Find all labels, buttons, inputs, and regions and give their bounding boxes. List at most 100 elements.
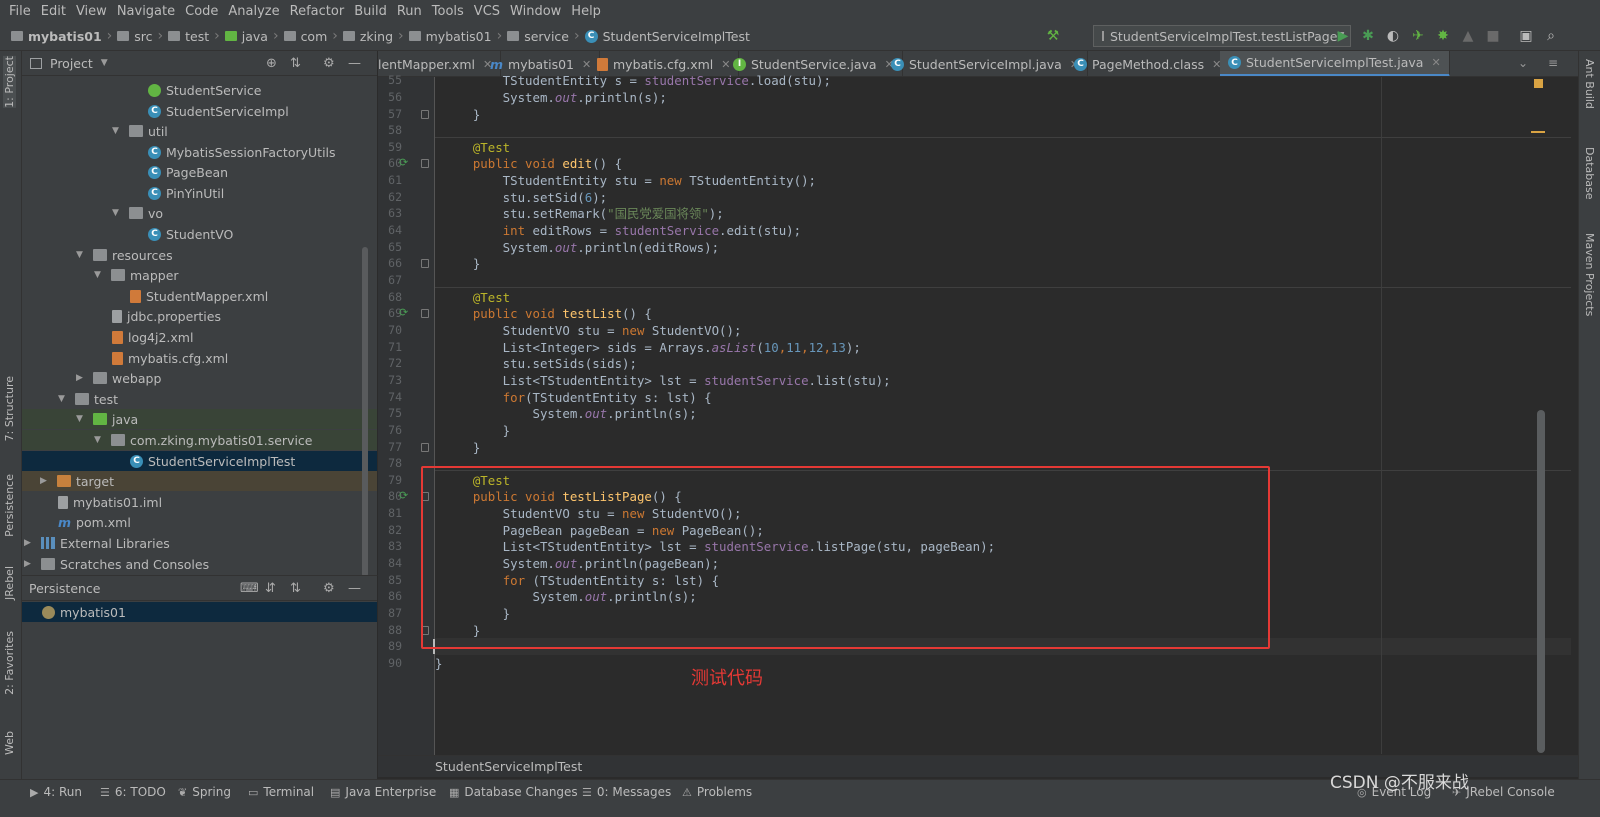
tree-item[interactable]: C StudentVO xyxy=(148,224,233,244)
tool-tab-terminal[interactable]: ▭ Terminal xyxy=(248,783,314,801)
run-test-icon[interactable]: ⟳ xyxy=(399,489,408,502)
collapsed-arrow-icon[interactable]: ▶ xyxy=(76,373,88,383)
hide-icon[interactable]: — xyxy=(348,56,361,71)
menu-build[interactable]: Build xyxy=(349,4,392,19)
tool-tab-structure[interactable]: 7: Structure xyxy=(3,376,16,441)
tool-tab-database-changes[interactable]: ▦ Database Changes xyxy=(449,783,578,801)
collapsed-arrow-icon[interactable]: ▶ xyxy=(40,476,52,486)
tool-tab-maven-projects[interactable]: Maven Projects xyxy=(1583,233,1596,316)
expand-arrow-icon[interactable]: ▼ xyxy=(94,270,106,280)
collapse-all-icon[interactable]: ⇅ xyxy=(290,56,301,71)
tree-item[interactable]: ▼ util xyxy=(112,121,168,141)
expand-arrow-icon[interactable]: ▼ xyxy=(76,250,88,260)
scrollbar[interactable] xyxy=(362,247,368,577)
tool-tab-todo[interactable]: ☰ 6: TODO xyxy=(100,783,166,801)
run-icon[interactable]: ▶ xyxy=(1335,28,1351,44)
fold-icon[interactable] xyxy=(421,443,429,452)
stop-icon[interactable]: ■ xyxy=(1485,28,1501,44)
breadcrumb-zking[interactable]: zking xyxy=(340,29,396,44)
warning-marker[interactable] xyxy=(1531,131,1545,133)
menu-help[interactable]: Help xyxy=(566,4,606,19)
collapsed-arrow-icon[interactable]: ▶ xyxy=(24,538,36,548)
chevron-down-icon[interactable]: ▼ xyxy=(101,58,108,68)
tree-item[interactable]: ▼ com.zking.mybatis01.service xyxy=(22,430,377,450)
debug-icon[interactable]: ✱ xyxy=(1360,28,1376,44)
editor-scrollbar[interactable] xyxy=(1537,410,1545,753)
menu-file[interactable]: File xyxy=(4,4,36,19)
breadcrumb-project[interactable]: mybatis01 xyxy=(8,29,105,44)
tree-item[interactable]: log4j2.xml xyxy=(112,327,193,347)
tool-tab-jrebel[interactable]: JRebel xyxy=(3,566,16,600)
tool-tab-persistence[interactable]: Persistence xyxy=(3,474,16,537)
expand-arrow-icon[interactable]: ▼ xyxy=(94,435,106,445)
menu-vcs[interactable]: VCS xyxy=(469,4,505,19)
split-icon[interactable]: ≡ xyxy=(1548,56,1558,70)
run-test-icon[interactable]: ⟳ xyxy=(399,306,408,319)
menu-refactor[interactable]: Refactor xyxy=(285,4,350,19)
tree-item[interactable]: mybatis.cfg.xml xyxy=(112,348,228,368)
fold-icon[interactable] xyxy=(421,309,429,318)
tree-item[interactable]: ▼ vo xyxy=(112,203,163,223)
menu-window[interactable]: Window xyxy=(505,4,566,19)
tree-item[interactable]: StudentService xyxy=(148,80,261,100)
jrebel-run-icon[interactable]: ✈ xyxy=(1410,28,1426,44)
locate-icon[interactable]: ⊕ xyxy=(266,56,277,71)
tool-tab-messages[interactable]: ☰ 0: Messages xyxy=(582,783,671,801)
expand-all-icon[interactable]: ⇵ xyxy=(265,581,276,596)
expand-arrow-icon[interactable]: ▼ xyxy=(112,126,124,136)
hide-icon[interactable]: — xyxy=(348,581,361,596)
tree-item[interactable]: ▼ resources xyxy=(76,245,173,265)
tool-tab-spring[interactable]: ❦ Spring xyxy=(178,783,231,801)
coverage-icon[interactable]: ◐ xyxy=(1385,28,1401,44)
gear-icon[interactable]: ⚙ xyxy=(323,56,335,71)
tool-tab-ant-build[interactable]: Ant Build xyxy=(1583,59,1596,109)
menu-analyze[interactable]: Analyze xyxy=(223,4,284,19)
tool-tab-project[interactable]: 1: Project xyxy=(3,56,16,108)
expand-arrow-icon[interactable]: ▼ xyxy=(58,394,70,404)
tree-item[interactable]: ▶ Scratches and Consoles xyxy=(24,554,209,574)
breadcrumb-service[interactable]: service xyxy=(504,29,572,44)
project-structure-icon[interactable]: ▣ xyxy=(1518,28,1534,44)
persistence-unit[interactable]: mybatis01 xyxy=(22,602,377,622)
menu-navigate[interactable]: Navigate xyxy=(112,4,180,19)
menu-tools[interactable]: Tools xyxy=(427,4,469,19)
profile-icon[interactable]: ▲ xyxy=(1460,28,1476,44)
breadcrumb-class[interactable]: C StudentServiceImplTest xyxy=(582,29,753,44)
fold-icon[interactable] xyxy=(421,259,429,268)
tree-item[interactable]: C StudentServiceImpl xyxy=(148,101,289,121)
expand-arrow-icon[interactable]: ▼ xyxy=(76,414,88,424)
query-console-icon[interactable]: ⌨ xyxy=(240,581,259,596)
run-test-icon[interactable]: ⟳ xyxy=(399,156,408,169)
tree-item[interactable]: m pom.xml xyxy=(58,512,131,532)
tree-item[interactable]: C PinYinUtil xyxy=(148,183,224,203)
tree-item[interactable]: StudentMapper.xml xyxy=(130,286,268,306)
tree-item[interactable]: jdbc.properties xyxy=(112,306,221,326)
search-everywhere-icon[interactable]: ⌕ xyxy=(1543,28,1559,44)
collapse-all-icon[interactable]: ⇅ xyxy=(290,581,301,596)
expand-arrow-icon[interactable]: ▼ xyxy=(112,208,124,218)
tree-item[interactable]: C PageBean xyxy=(148,162,228,182)
close-icon[interactable]: ✕ xyxy=(1431,56,1440,69)
tab-pagemethod-class[interactable]: C PageMethod.class ✕ xyxy=(1066,51,1231,76)
tool-tab-database[interactable]: Database xyxy=(1583,147,1596,200)
tab-studentserviceimpl-java[interactable]: CStudentServiceImpl.java✕ xyxy=(883,51,1089,76)
warning-indicator-icon[interactable] xyxy=(1534,79,1543,88)
tool-tab-web[interactable]: Web xyxy=(3,731,16,755)
tab-studentserviceimpltest-java[interactable]: C StudentServiceImplTest.java ✕ xyxy=(1220,51,1450,76)
breadcrumb-mybatis01[interactable]: mybatis01 xyxy=(406,29,495,44)
jrebel-debug-icon[interactable]: ✸ xyxy=(1435,28,1451,44)
menu-view[interactable]: View xyxy=(71,4,112,19)
tree-item[interactable]: ▼ test xyxy=(58,389,118,409)
tree-item[interactable]: mybatis01.iml xyxy=(58,492,162,512)
breadcrumb-src[interactable]: src xyxy=(114,29,155,44)
project-panel-title[interactable]: Project xyxy=(50,56,93,71)
tree-item[interactable]: C MybatisSessionFactoryUtils xyxy=(148,142,336,162)
menu-run[interactable]: Run xyxy=(392,4,427,19)
run-configuration-select[interactable]: StudentServiceImplTest.testListPage ▼ xyxy=(1093,25,1351,47)
tree-item[interactable]: ▼ java xyxy=(22,409,377,429)
collapsed-arrow-icon[interactable]: ▶ xyxy=(24,559,36,569)
breadcrumb-java[interactable]: java xyxy=(222,29,271,44)
tree-item[interactable]: ▶ target xyxy=(22,471,377,491)
tree-item-selected[interactable]: C StudentServiceImplTest xyxy=(22,451,377,471)
menu-code[interactable]: Code xyxy=(180,4,223,19)
